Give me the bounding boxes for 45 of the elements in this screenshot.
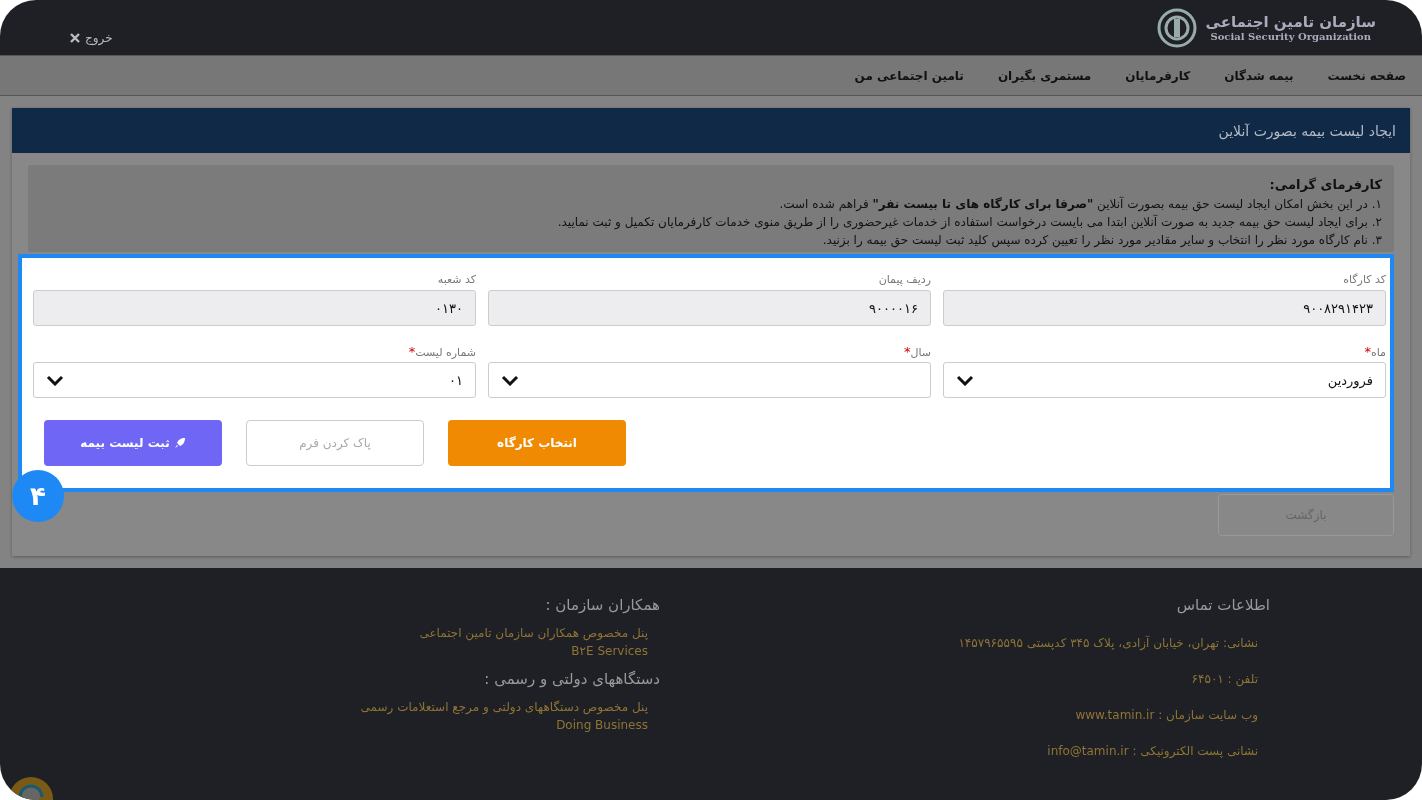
select-field[interactable]: ۰۱ — [33, 362, 476, 398]
contact-info: وب سایت سازمان : www.tamin.ir — [1074, 708, 1259, 722]
input-field[interactable]: ۹۰۰۸۲۹۱۴۲۳ — [943, 290, 1386, 326]
notice-line: ۱. در این بخش امکان ایجاد لیست حق بیمه بصورت آنلاین "صرفا برای کارگاه های تا بیست نفر" فراهم شده است. — [778, 195, 1382, 213]
notice-line: ۲. برای ایجاد لیست حق بیمه جدید به صورت آنلاین ابتدا می بایست درخواست استفاده از خدمات غیرحضوری را از طریق منوی خدمات کارفرمایان تکمیل و ثبت نمایید. — [556, 213, 1382, 231]
select-field[interactable]: فروردین — [943, 362, 1386, 398]
input-field[interactable]: ۰۱۳۰ — [33, 290, 476, 326]
input-field[interactable]: ۹۰۰۰۰۱۶ — [488, 290, 931, 326]
select-field[interactable] — [488, 362, 931, 398]
contact-info: نشانی پست الکترونیکی : info@tamin.ir — [1046, 744, 1259, 758]
chevron-down-icon — [501, 374, 519, 386]
close-icon — [70, 32, 80, 43]
field-label: ماه* — [1364, 343, 1386, 359]
nav-link[interactable]: صفحه نخست — [1327, 68, 1406, 83]
contact-info: نشانی: تهران، خیابان آزادی، پلاک ۳۴۵ کدپستی ۱۴۵۷۹۶۵۵۹۵ — [957, 636, 1259, 650]
logo-subtitle: Social Security Organization — [1209, 31, 1372, 42]
chevron-down-icon — [46, 374, 64, 386]
form-button[interactable]: پاک کردن فرم — [246, 420, 424, 466]
chevron-down-icon — [956, 374, 974, 386]
exit-link[interactable]: خروج — [85, 30, 113, 45]
footer-heading: اطلاعات تماس — [1175, 596, 1270, 614]
nav-link[interactable]: کارفرمایان — [1125, 68, 1191, 83]
footer-link[interactable]: پنل مخصوص همکاران سازمان تامین اجتماعی — [360, 626, 648, 640]
nav-link[interactable]: بیمه شدگان — [1224, 68, 1294, 83]
footer-heading: همکاران سازمان : — [544, 596, 660, 614]
notice-heading: کارفرمای گرامی: — [1268, 177, 1382, 192]
rocket-icon — [173, 437, 186, 449]
form-button[interactable]: انتخاب کارگاه — [448, 420, 626, 466]
field-label: ردیف پیمان — [878, 272, 931, 286]
footer-heading: دستگاههای دولتی و رسمی : — [483, 670, 660, 688]
step-badge: ۴ — [12, 470, 64, 522]
panel-title: ایجاد لیست بیمه بصورت آنلاین — [1218, 122, 1396, 139]
field-label: سال* — [903, 343, 931, 359]
field-label: کد شعبه — [437, 272, 476, 286]
footer-link[interactable]: B۲E Services — [360, 644, 648, 658]
contact-info: تلفن : ۶۴۵۰۱ — [1190, 672, 1259, 686]
field-label: شماره لیست* — [408, 343, 476, 359]
notice-line: ۳. نام کارگاه مورد نظر را انتخاب و سایر مقادیر مورد نظر را تعیین کرده سپس کلید ثبت لیست حق بیمه را بزنید. — [821, 232, 1382, 249]
field-label: کد کارگاه — [1343, 272, 1386, 286]
nav-link[interactable]: مستمری بگیران — [997, 68, 1092, 83]
footer-link[interactable]: پنل مخصوص دستگاههای دولتی و مرجع استعلامات رسمی — [360, 700, 648, 714]
footer-link[interactable]: Doing Business — [360, 718, 648, 732]
logo-title: سازمان تامین اجتماعی — [1205, 13, 1376, 31]
form-button[interactable]: ثبت لیست بیمه — [44, 420, 222, 466]
nav-link[interactable]: تامین اجتماعی من — [854, 68, 964, 83]
